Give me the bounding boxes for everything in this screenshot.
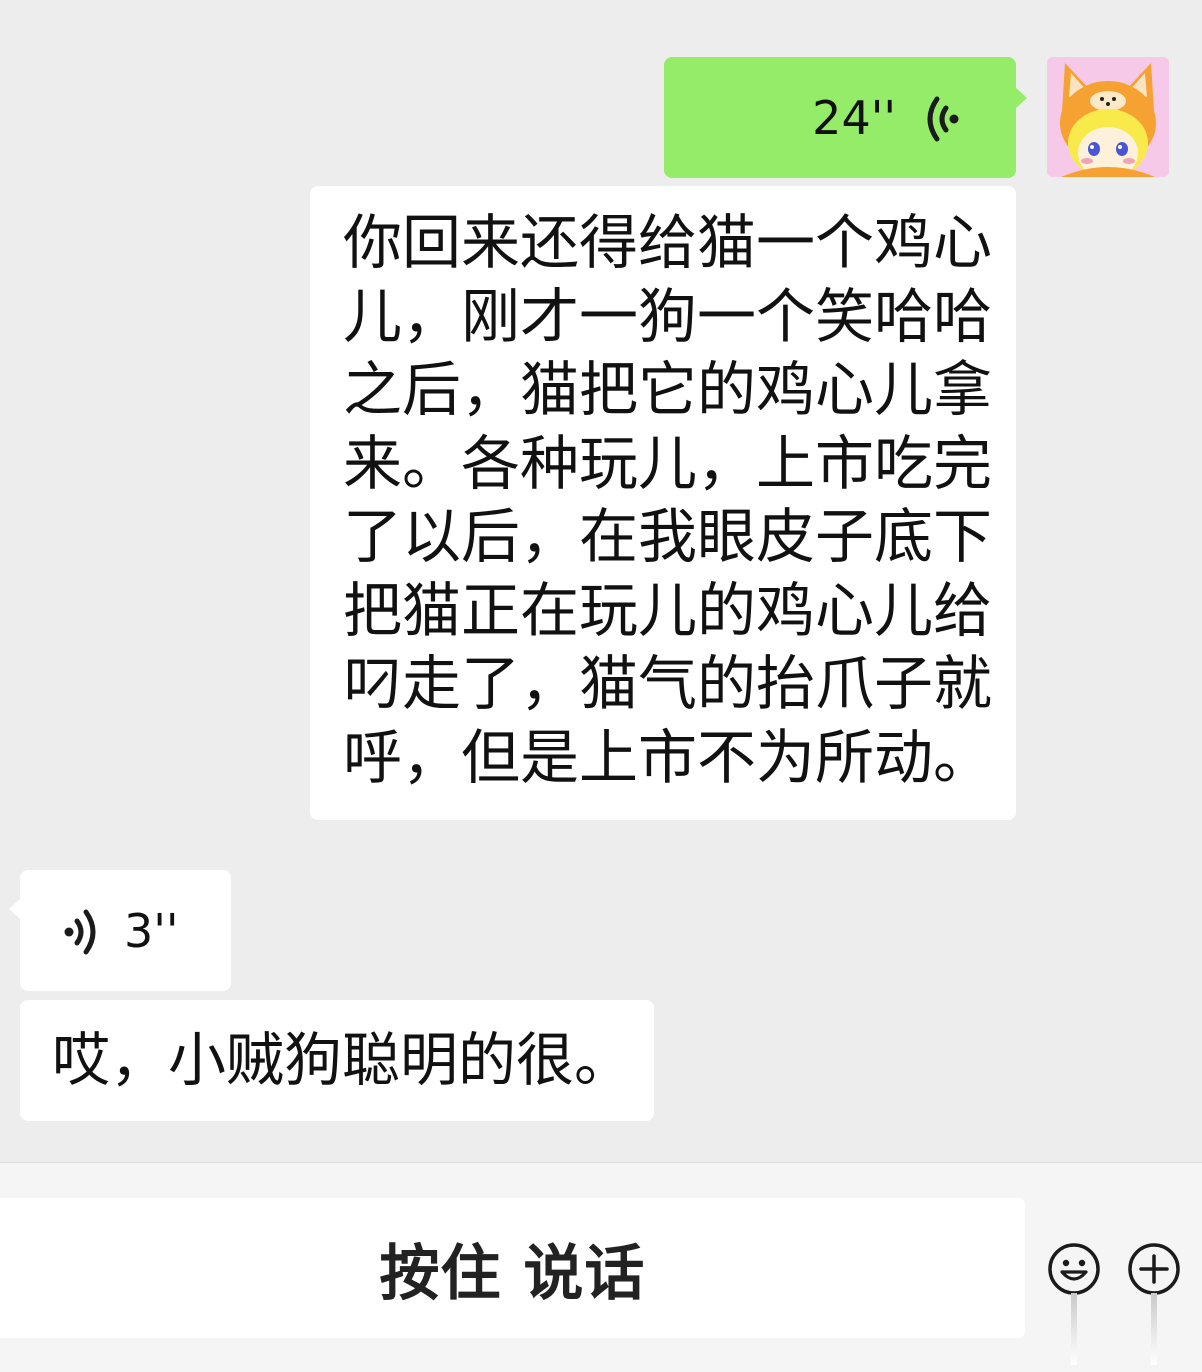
outgoing-voice-message[interactable]: 24'' [664, 57, 1027, 178]
voice-duration: 24'' [812, 91, 896, 145]
voice-wave-icon [64, 909, 96, 955]
scroll-indicator [1071, 1293, 1077, 1365]
fox-costume-avatar-icon [1047, 57, 1169, 177]
scroll-indicator [1151, 1293, 1157, 1365]
message-text: 哎，小贼狗聪明的很。 [52, 1026, 633, 1094]
incoming-text-message[interactable]: 哎，小贼狗聪明的很。 [20, 1000, 654, 1121]
plus-circle-icon [1128, 1243, 1180, 1295]
chat-area[interactable]: 24'' 你回来还得给猫一个鸡心儿，刚才一狗一个笑哈哈之后，猫把它的鸡心儿拿来。… [0, 0, 1202, 1162]
emoji-button[interactable] [1046, 1241, 1102, 1297]
voice-duration: 3'' [124, 904, 179, 958]
smiley-face-icon [1048, 1243, 1100, 1295]
outgoing-text-message[interactable]: 你回来还得给猫一个鸡心儿，刚才一狗一个笑哈哈之后，猫把它的鸡心儿拿来。各种玩儿，… [310, 186, 1016, 820]
hold-to-talk-button[interactable]: 按住 说话 [0, 1198, 1025, 1338]
incoming-voice-message[interactable]: 3'' [9, 870, 231, 991]
user-avatar[interactable] [1047, 57, 1169, 177]
input-bar: 按住 说话 [0, 1162, 1202, 1372]
message-text: 你回来还得给猫一个鸡心儿，刚才一狗一个笑哈哈之后，猫把它的鸡心儿拿来。各种玩儿，… [343, 208, 993, 792]
voice-wave-icon [927, 96, 959, 142]
more-options-button[interactable] [1126, 1241, 1182, 1297]
